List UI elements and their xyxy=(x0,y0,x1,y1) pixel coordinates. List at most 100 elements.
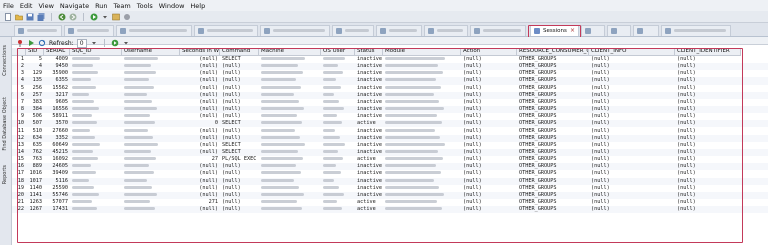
table-cell-ci: (null) xyxy=(591,91,610,98)
editor-tab[interactable] xyxy=(661,25,731,36)
run-icon[interactable] xyxy=(90,13,98,21)
redacted-text xyxy=(385,164,436,168)
column-header-seconds-in-wait[interactable]: Seconds in Wait xyxy=(180,48,220,56)
column-header-client-identifier[interactable]: CLIENT_IDENTIFIER xyxy=(675,48,741,56)
forward-icon[interactable] xyxy=(69,13,77,21)
column-header-os-user[interactable]: OS User xyxy=(321,48,355,56)
sql-icon[interactable] xyxy=(112,13,120,21)
column-header-client-info[interactable]: CLIENT_INFO xyxy=(589,48,675,56)
table-row[interactable]: 8 384 16556 (null) (null) inactive (null) OTHER… xyxy=(12,106,768,114)
redacted-cell xyxy=(259,135,321,142)
new-file-icon[interactable] xyxy=(4,12,12,21)
redacted-cell xyxy=(259,185,321,192)
editor-tab[interactable] xyxy=(116,25,192,36)
editor-tab[interactable] xyxy=(14,25,62,36)
dropdown-arrow-icon[interactable] xyxy=(101,13,109,21)
table-row[interactable]: 13 635 60649 (null) SELECT inactive (null) OTHE… xyxy=(12,142,768,149)
table-row[interactable]: 9 506 58911 (null) (null) inactive (null) OTHER… xyxy=(12,113,768,120)
table-row[interactable]: 1 5 4009 (null) SELECT inactive (null) OTHER_GR… xyxy=(12,56,768,63)
menu-file[interactable]: File xyxy=(3,2,14,10)
save-all-icon[interactable] xyxy=(37,12,45,21)
table-row[interactable]: 10 507 3570 0 SELECT active (null) OTHER_GROUPS… xyxy=(12,120,768,128)
editor-tab[interactable] xyxy=(332,25,374,36)
redacted-cell xyxy=(70,156,122,163)
table-row[interactable]: 21 1263 57077 271 (null) active (null) OTHER_GR… xyxy=(12,199,768,206)
editor-tab[interactable] xyxy=(376,25,422,36)
table-row[interactable]: 12 634 3352 (null) (null) inactive (null) OTHER… xyxy=(12,134,768,142)
sidebar-item-reports[interactable]: Reports xyxy=(2,165,8,184)
table-row[interactable]: 14 762 45215 (null) SELECT inactive (null) OTHE… xyxy=(12,148,768,157)
editor-tab[interactable] xyxy=(260,25,330,36)
redacted-text xyxy=(323,157,343,161)
menu-edit[interactable]: Edit xyxy=(20,2,33,10)
editor-tab[interactable] xyxy=(607,25,631,36)
column-header-sid[interactable]: SID xyxy=(26,48,44,56)
menu-run[interactable]: Run xyxy=(95,2,107,10)
table-row[interactable]: 4 135 6355 (null) (null) inactive (null) OTHER_… xyxy=(12,77,768,85)
menu-view[interactable]: View xyxy=(38,2,53,10)
table-row[interactable]: 11 510 27660 (null) (null) inactive (null) OTHE… xyxy=(12,128,768,135)
column-header-command[interactable]: Command xyxy=(220,48,259,56)
run-icon[interactable] xyxy=(27,39,35,47)
redacted-cell xyxy=(383,77,461,84)
redacted-cell xyxy=(321,206,355,213)
table-row[interactable]: 20 1141 55746 (null) (null) inactive (null) OTH… xyxy=(12,191,768,199)
save-icon[interactable] xyxy=(26,13,34,21)
column-header-resource-consumer-group[interactable]: RESOURCE_CONSUMER_GROUP xyxy=(517,48,589,56)
menu-tools[interactable]: Tools xyxy=(137,2,153,10)
menu-window[interactable]: Window xyxy=(159,2,185,10)
table-cell-n: 3 xyxy=(20,70,24,77)
menu-team[interactable]: Team xyxy=(114,2,131,10)
table-cell-status: active xyxy=(357,156,376,163)
redacted-text xyxy=(124,192,157,196)
table-row[interactable]: 3 129 35900 (null) (null) inactive (null) OTHER… xyxy=(12,70,768,77)
editor-tab[interactable] xyxy=(470,25,526,36)
table-row[interactable]: 5 256 15562 (null) (null) inactive (null) OTHER… xyxy=(12,85,768,92)
refresh-icon[interactable] xyxy=(38,39,46,47)
table-row[interactable]: 19 1140 25590 (null) (null) inactive (null) OTH… xyxy=(12,185,768,192)
sidebar-item-find-database-object[interactable]: Find Database Object xyxy=(2,97,8,151)
back-icon[interactable] xyxy=(58,13,66,21)
actions-icon[interactable] xyxy=(111,39,119,47)
column-header-serial[interactable]: SERIAL xyxy=(44,48,70,56)
dropdown-arrow-icon[interactable] xyxy=(122,39,130,47)
redacted-text xyxy=(385,128,435,132)
table-row[interactable]: 16 889 24605 (null) (null) inactive (null) OTHE… xyxy=(12,163,768,171)
redacted-cell xyxy=(383,99,461,106)
table-cell-cid: (null) xyxy=(677,206,696,213)
column-header-machine[interactable]: Machine xyxy=(259,48,321,56)
editor-tab[interactable] xyxy=(64,25,114,36)
redacted-text xyxy=(261,64,298,68)
table-row[interactable]: 7 383 9605 (null) (null) inactive (null) OTHER_… xyxy=(12,99,768,106)
table-row[interactable]: 17 1016 39409 (null) (null) inactive (null) OTH… xyxy=(12,170,768,177)
column-header-action[interactable]: Action xyxy=(461,48,517,56)
debug-icon[interactable] xyxy=(123,13,131,21)
menu-navigate[interactable]: Navigate xyxy=(60,2,89,10)
refresh-interval-select[interactable]: 0 xyxy=(76,38,87,48)
table-row[interactable]: 22 1267 17431 (null) (null) active (null) OTHER… xyxy=(12,206,768,214)
redacted-text xyxy=(124,92,147,96)
editor-tab[interactable] xyxy=(194,25,258,36)
sql-file-icon xyxy=(264,28,270,34)
open-folder-icon[interactable] xyxy=(15,13,23,21)
column-header-sql-id[interactable]: SQL_ID xyxy=(70,48,122,56)
column-header-status[interactable]: Status xyxy=(355,48,383,56)
column-header-module[interactable]: Module xyxy=(383,48,461,56)
table-row[interactable]: 15 763 16092 27 PL/SQL EXEC active (null) OTHER… xyxy=(12,156,768,163)
redacted-cell xyxy=(70,106,122,113)
editor-tab[interactable] xyxy=(581,25,605,36)
table-row[interactable]: 6 257 3217 (null) (null) inactive (null) OTHER_… xyxy=(12,91,768,99)
table-row[interactable]: 2 4 9450 (null) (null) inactive (null) OTHER_GR… xyxy=(12,63,768,71)
table-row[interactable]: 18 1017 5116 (null) (null) inactive (null) OTHE… xyxy=(12,177,768,185)
editor-tab[interactable] xyxy=(424,25,468,36)
table-cell-sid: 506 xyxy=(32,113,42,120)
chevron-down-icon[interactable] xyxy=(90,39,98,47)
sidebar-item-connections[interactable]: Connections xyxy=(2,45,8,76)
table-cell-cid: (null) xyxy=(677,199,696,205)
column-header-username[interactable]: Username xyxy=(122,48,180,56)
pin-icon[interactable] xyxy=(16,39,24,47)
redacted-text xyxy=(385,185,439,189)
menu-help[interactable]: Help xyxy=(190,2,205,10)
editor-tab[interactable] xyxy=(633,25,659,36)
table-cell-ci: (null) xyxy=(591,77,610,84)
